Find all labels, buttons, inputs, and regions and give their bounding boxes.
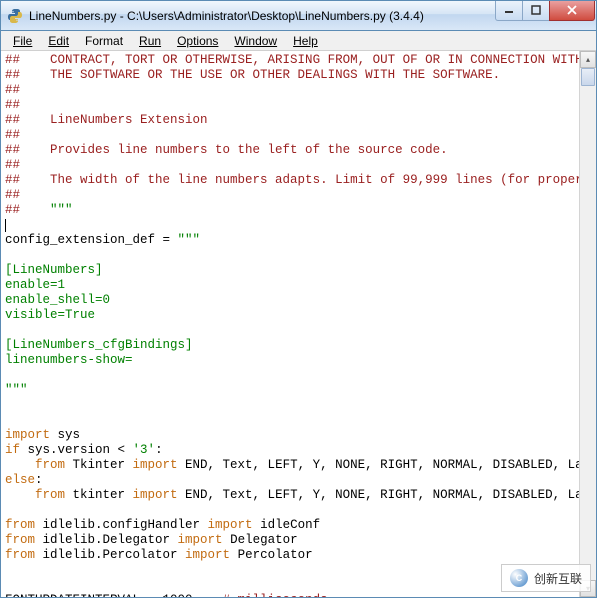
close-button[interactable] [549,1,595,21]
maximize-button[interactable] [522,1,550,21]
watermark-text: 创新互联 [534,570,582,587]
window-controls [496,1,595,21]
python-idle-icon [7,8,23,24]
text-cursor [5,219,6,232]
menubar: File Edit Format Run Options Window Help [1,31,596,51]
menu-run[interactable]: Run [131,32,169,50]
minimize-button[interactable] [495,1,523,21]
vertical-scrollbar[interactable]: ▴ ▾ [579,51,596,597]
titlebar[interactable]: LineNumbers.py - C:\Users\Administrator\… [1,1,596,31]
scroll-up-arrow[interactable]: ▴ [580,51,596,68]
editor-area: ## CONTRACT, TORT OR OTHERWISE, ARISING … [1,51,596,597]
menu-help[interactable]: Help [285,32,326,50]
watermark: C 创新互联 [501,564,591,592]
code-line: ## [5,53,20,67]
menu-edit[interactable]: Edit [40,32,77,50]
scroll-thumb[interactable] [581,68,595,86]
idle-window: LineNumbers.py - C:\Users\Administrator\… [0,0,597,598]
menu-window[interactable]: Window [226,32,285,50]
menu-format[interactable]: Format [77,32,131,50]
menu-options[interactable]: Options [169,32,226,50]
watermark-logo-icon: C [510,569,528,587]
code-editor[interactable]: ## CONTRACT, TORT OR OTHERWISE, ARISING … [1,51,579,597]
window-title: LineNumbers.py - C:\Users\Administrator\… [29,9,496,23]
menu-file[interactable]: File [5,32,40,50]
